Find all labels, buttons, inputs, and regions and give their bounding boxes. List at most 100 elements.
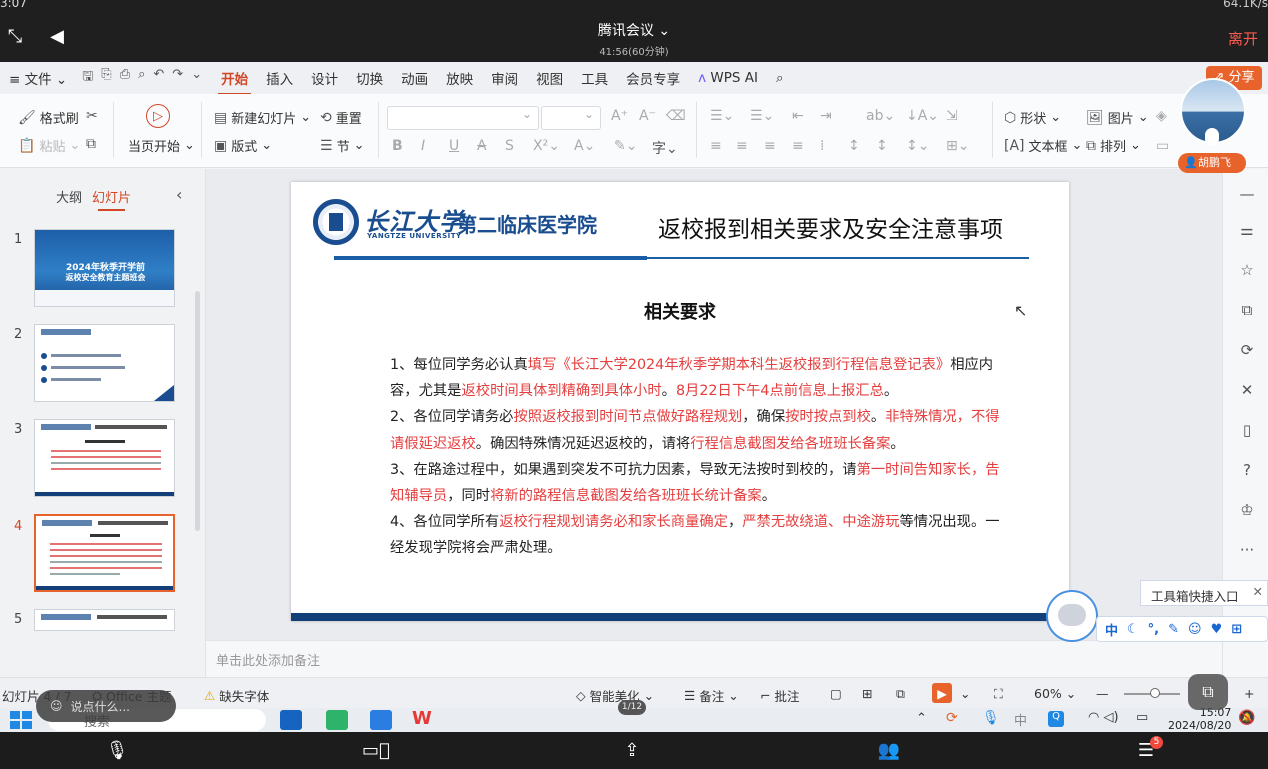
- meeting-app-icon[interactable]: [370, 710, 392, 730]
- app-icon-green[interactable]: [326, 710, 348, 730]
- thumbnail-scrollbar[interactable]: [195, 291, 200, 531]
- superscript-icon[interactable]: X²⌄: [533, 138, 560, 154]
- layout-button[interactable]: ▣ 版式 ⌄: [214, 136, 272, 156]
- new-slide-button[interactable]: ▤ 新建幻灯片 ⌄: [214, 108, 311, 128]
- phonetic-icon[interactable]: 字⌄: [652, 138, 678, 158]
- numbering-icon[interactable]: ☰⌄: [750, 108, 774, 124]
- punct-icon[interactable]: °,: [1148, 622, 1159, 637]
- italic-icon[interactable]: I: [421, 138, 425, 154]
- tab-review[interactable]: 审阅: [482, 68, 527, 88]
- bold-icon[interactable]: B: [392, 138, 403, 154]
- mic-muted-icon[interactable]: 🎙: [105, 740, 129, 762]
- outline-icon[interactable]: ▭: [1156, 138, 1169, 154]
- font-color-icon[interactable]: A⌄: [574, 138, 595, 154]
- paragraph-spacing-icon[interactable]: ↕: [876, 138, 888, 154]
- textbox-button[interactable]: [A] 文本框 ⌄: [1004, 136, 1082, 156]
- wrench-icon[interactable]: ✎: [1168, 622, 1179, 637]
- outdent-icon[interactable]: ⇤: [792, 108, 804, 124]
- shape-button[interactable]: ⬡ 形状 ⌄: [1004, 108, 1061, 128]
- reading-view-icon[interactable]: ⧉: [896, 686, 905, 702]
- tray-ime-icon[interactable]: 中: [1014, 710, 1027, 729]
- book-icon[interactable]: ▯: [1237, 421, 1257, 441]
- slide-thumbnail-2[interactable]: [34, 324, 175, 402]
- tab-wps-ai[interactable]: ʌ WPS AI: [689, 70, 767, 86]
- animation-icon[interactable]: ⟳: [1237, 341, 1257, 361]
- format-painter-button[interactable]: 🖌 格式刷: [18, 108, 79, 128]
- distribute-icon[interactable]: ⁞: [820, 138, 824, 154]
- missing-font-button[interactable]: ⚠ 缺失字体: [204, 686, 269, 705]
- strike-icon[interactable]: A: [477, 138, 487, 154]
- highlight-icon[interactable]: ✎⌄: [614, 138, 637, 154]
- normal-view-icon[interactable]: ▢: [830, 686, 842, 701]
- slide-thumbnail-4[interactable]: [34, 514, 175, 592]
- tab-member[interactable]: 会员专享: [617, 68, 689, 88]
- font-size-select[interactable]: [541, 106, 601, 130]
- more-icon[interactable]: ⌄: [191, 67, 202, 89]
- tray-chevron-icon[interactable]: ⌃: [916, 711, 927, 726]
- font-shrink-icon[interactable]: A⁻: [639, 108, 656, 124]
- ime-assistant-icon[interactable]: [1046, 590, 1098, 642]
- file-menu[interactable]: ≡ 文件 ⌄: [0, 68, 76, 88]
- tab-slides[interactable]: 幻灯片: [92, 187, 131, 211]
- align-right-icon[interactable]: ≡: [764, 138, 776, 154]
- indent-icon[interactable]: ⇥: [820, 108, 832, 124]
- fill-icon[interactable]: ◈: [1156, 108, 1167, 124]
- notes-toggle[interactable]: ☰ 备注 ⌄: [684, 686, 739, 705]
- text-direction-icon[interactable]: ab⌄: [866, 108, 895, 124]
- tab-transition[interactable]: 切换: [347, 68, 392, 88]
- skin-icon[interactable]: ♥: [1211, 622, 1223, 637]
- columns-icon[interactable]: ⊞⌄: [946, 138, 969, 154]
- zoom-in-icon[interactable]: +: [1244, 686, 1254, 701]
- tab-insert[interactable]: 插入: [257, 68, 302, 88]
- zoom-select[interactable]: 60% ⌄: [1034, 686, 1076, 701]
- tab-home[interactable]: 开始: [212, 68, 257, 95]
- star-icon[interactable]: ☆: [1237, 261, 1257, 281]
- reset-button[interactable]: ⟲ 重置: [320, 108, 362, 128]
- undo-icon[interactable]: ↶: [153, 67, 164, 89]
- notification-bell-icon[interactable]: 🔕: [1238, 710, 1255, 726]
- tab-view[interactable]: 视图: [527, 68, 572, 88]
- properties-icon[interactable]: ⚌: [1237, 221, 1257, 241]
- tray-wifi-icon[interactable]: ◠ ◁): [1088, 710, 1119, 725]
- tray-mic-icon[interactable]: 🎙: [982, 710, 1000, 726]
- tab-animation[interactable]: 动画: [392, 68, 437, 88]
- line-spacing-icon[interactable]: ↕: [848, 138, 860, 154]
- moon-icon[interactable]: ☾: [1127, 622, 1139, 637]
- collapse-panel-icon[interactable]: —: [1237, 185, 1257, 205]
- tab-outline[interactable]: 大纲: [56, 187, 82, 206]
- tab-design[interactable]: 设计: [302, 68, 347, 88]
- save-icon[interactable]: 🖫: [82, 67, 93, 89]
- ime-toolbox-tip[interactable]: 工具箱快捷入口 ✕: [1140, 580, 1268, 606]
- tab-slideshow[interactable]: 放映: [437, 68, 482, 88]
- emoji-icon[interactable]: ☺: [1188, 622, 1202, 637]
- notes-pane[interactable]: 单击此处添加备注: [206, 640, 1222, 677]
- participants-icon[interactable]: 👥: [877, 740, 901, 762]
- copy-slide-icon[interactable]: ⧉: [1237, 301, 1257, 321]
- slide-thumbnail-5[interactable]: [34, 609, 175, 631]
- share-screen-icon[interactable]: ⇪: [620, 740, 644, 762]
- help-icon[interactable]: ?: [1237, 461, 1257, 481]
- current-slide[interactable]: 长江大学 YANGTZE UNIVERSITY 第二临床医学院 返校报到相关要求…: [291, 182, 1069, 621]
- cut-button[interactable]: ✂: [86, 108, 98, 124]
- slideshow-options-icon[interactable]: ⌄: [960, 686, 970, 701]
- more-options-icon[interactable]: ···: [1237, 541, 1257, 561]
- play-icon[interactable]: ▷: [146, 104, 170, 128]
- slide-thumbnail-3[interactable]: [34, 419, 175, 497]
- paste-button[interactable]: 📋 粘贴 ⌄: [18, 136, 80, 156]
- arrange-button[interactable]: ⧉ 排列 ⌄: [1086, 136, 1141, 156]
- zoom-out-icon[interactable]: —: [1096, 686, 1109, 701]
- taskview-icon[interactable]: [280, 710, 302, 730]
- picture-button[interactable]: 🖼 图片 ⌄: [1086, 108, 1149, 128]
- justify-icon[interactable]: ≡: [792, 138, 804, 154]
- play-current-button[interactable]: 当页开始 ⌄: [128, 136, 195, 155]
- meeting-title-block[interactable]: 腾讯会议 ⌄ 41:56(60分钟): [0, 20, 1268, 58]
- align-center-icon[interactable]: ≡: [736, 138, 748, 154]
- font-family-select[interactable]: [387, 106, 539, 130]
- tray-sync-icon[interactable]: ⟳: [946, 710, 958, 726]
- clear-format-icon[interactable]: ⌫: [666, 108, 686, 124]
- tools-icon[interactable]: ✕: [1237, 381, 1257, 401]
- grid-icon[interactable]: ⊞: [1231, 622, 1242, 637]
- collapse-icon[interactable]: ‹: [176, 185, 182, 204]
- windows-start-icon[interactable]: [10, 711, 32, 729]
- slide-thumbnail-1[interactable]: 2024年秋季开学前 返校安全教育主题班会: [34, 229, 175, 307]
